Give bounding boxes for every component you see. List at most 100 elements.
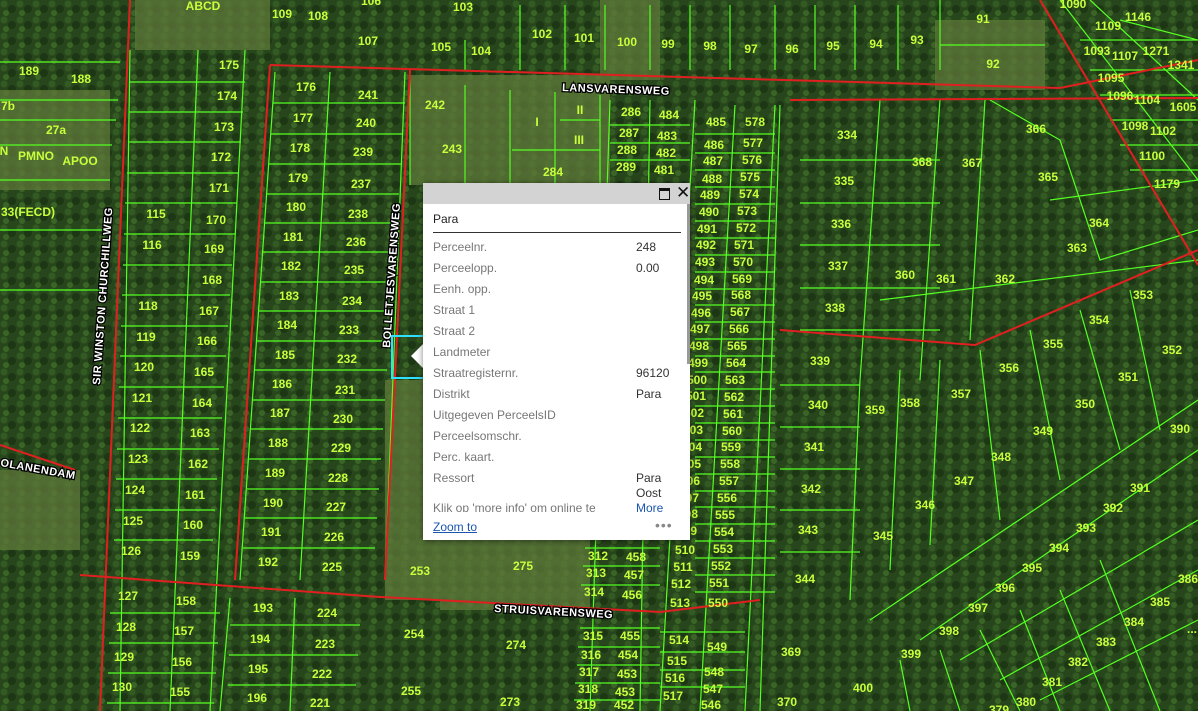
parcel-label[interactable]: 160 <box>183 518 203 532</box>
parcel-label[interactable]: 359 <box>865 403 885 417</box>
parcel-label[interactable]: III <box>574 133 584 147</box>
parcel-label[interactable]: 158 <box>176 594 196 608</box>
parcel-label[interactable]: 341 <box>804 440 824 454</box>
parcel-label[interactable]: 240 <box>356 116 376 130</box>
parcel-label[interactable]: 1341 <box>1168 58 1195 72</box>
parcel-label[interactable]: 369 <box>781 645 801 659</box>
parcel-label[interactable]: 239 <box>353 145 373 159</box>
parcel-label[interactable]: 482 <box>656 146 676 160</box>
parcel-label[interactable]: 228 <box>328 471 348 485</box>
parcel-label[interactable]: 173 <box>214 120 234 134</box>
parcel-label[interactable]: 386 <box>1178 572 1198 586</box>
parcel-label[interactable]: 224 <box>317 606 337 620</box>
parcel-label[interactable]: 340 <box>808 398 828 412</box>
parcel-label[interactable]: 345 <box>873 529 893 543</box>
parcel-label[interactable]: 555 <box>715 508 735 522</box>
parcel-label[interactable]: 319 <box>576 698 596 711</box>
parcel-label[interactable]: 187 <box>270 406 290 420</box>
parcel-label[interactable]: 383 <box>1096 635 1116 649</box>
parcel-label[interactable]: 186 <box>272 377 292 391</box>
parcel-label[interactable]: 182 <box>281 259 301 273</box>
parcel-label[interactable]: 457 <box>624 568 644 582</box>
parcel-label[interactable]: 488 <box>702 172 722 186</box>
parcel-label[interactable]: 105 <box>431 40 451 54</box>
parcel-label[interactable]: 335 <box>834 174 854 188</box>
parcel-label[interactable]: 162 <box>188 457 208 471</box>
parcel-label[interactable]: 566 <box>729 322 749 336</box>
parcel-label[interactable]: 178 <box>290 141 310 155</box>
parcel-label[interactable]: 253 <box>410 564 430 578</box>
attribute-list[interactable]: Perceelnr. 248 Perceelopp. 0.00 Eenh. opp. St… <box>433 240 681 512</box>
popup-scrollbar[interactable] <box>687 204 690 364</box>
parcel-label[interactable]: 498 <box>689 339 709 353</box>
parcel-label[interactable]: 318 <box>578 682 598 696</box>
parcel-label[interactable]: 349 <box>1033 424 1053 438</box>
parcel-label[interactable]: 343 <box>798 523 818 537</box>
parcel-label[interactable]: 102 <box>532 27 552 41</box>
parcel-label[interactable]: 284 <box>543 165 563 179</box>
parcel-label[interactable]: 562 <box>724 390 744 404</box>
parcel-label[interactable]: 397 <box>968 601 988 615</box>
parcel-label[interactable]: 175 <box>219 58 239 72</box>
parcel-label[interactable]: 517 <box>663 689 683 703</box>
parcel-label[interactable]: 95 <box>826 39 840 53</box>
parcel-label[interactable]: 159 <box>180 549 200 563</box>
parcel-label[interactable]: 483 <box>657 129 677 143</box>
parcel-label[interactable]: 243 <box>442 142 462 156</box>
parcel-label[interactable]: 347 <box>954 474 974 488</box>
parcel-label[interactable]: 1179 <box>1154 177 1180 191</box>
parcel-label[interactable]: 155 <box>170 685 190 699</box>
parcel-label[interactable]: I <box>535 115 538 129</box>
parcel-label[interactable]: 355 <box>1043 337 1063 351</box>
parcel-label[interactable]: 452 <box>614 698 634 711</box>
parcel-label[interactable]: 351 <box>1118 370 1138 384</box>
parcel-label[interactable]: 171 <box>209 181 229 195</box>
parcel-label[interactable]: 312 <box>588 549 608 563</box>
parcel-label[interactable]: 575 <box>740 170 760 184</box>
parcel-label[interactable]: 27a <box>46 123 66 137</box>
parcel-label[interactable]: 381 <box>1042 675 1062 689</box>
parcel-label[interactable]: 560 <box>722 424 742 438</box>
parcel-label[interactable]: 1090 <box>1060 0 1087 11</box>
parcel-label[interactable]: 185 <box>275 348 295 362</box>
parcel-label[interactable]: 493 <box>695 255 715 269</box>
parcel-label[interactable]: 104 <box>471 44 491 58</box>
parcel-label[interactable]: 33(FECD) <box>1 205 55 219</box>
parcel-label[interactable]: 334 <box>837 128 857 142</box>
parcel-label[interactable]: 98 <box>703 39 717 53</box>
parcel-label[interactable]: 353 <box>1133 288 1153 302</box>
parcel-label[interactable]: 357 <box>951 387 971 401</box>
parcel-label[interactable]: 399 <box>901 647 921 661</box>
parcel-label[interactable]: 194 <box>250 632 270 646</box>
parcel-label[interactable]: 286 <box>621 105 641 119</box>
parcel-label[interactable]: 238 <box>348 207 368 221</box>
parcel-label[interactable]: 317 <box>579 665 599 679</box>
parcel-label[interactable]: 196 <box>247 691 267 705</box>
parcel-label[interactable]: 108 <box>308 9 328 23</box>
parcel-label[interactable]: 1093 <box>1084 44 1111 58</box>
parcel-label[interactable]: 453 <box>615 685 635 699</box>
parcel-label[interactable]: 190 <box>263 496 283 510</box>
parcel-label[interactable]: 254 <box>404 627 424 641</box>
parcel-label[interactable]: 193 <box>253 601 273 615</box>
parcel-label[interactable]: 234 <box>342 294 362 308</box>
parcel-label[interactable]: 231 <box>335 383 355 397</box>
parcel-label[interactable]: 314 <box>584 585 604 599</box>
parcel-label[interactable]: 454 <box>618 648 638 662</box>
parcel-label[interactable]: 116 <box>142 238 162 252</box>
parcel-label[interactable]: 361 <box>936 272 956 286</box>
parcel-label[interactable]: 96 <box>785 42 799 56</box>
parcel-label[interactable]: 337 <box>828 259 848 273</box>
parcel-label[interactable]: 491 <box>697 222 717 236</box>
parcel-label[interactable]: 547 <box>703 682 723 696</box>
parcel-label[interactable]: 553 <box>713 542 733 556</box>
parcel-label[interactable]: 7b <box>1 99 15 113</box>
parcel-label[interactable]: 573 <box>737 204 757 218</box>
parcel-label[interactable]: 336 <box>831 217 851 231</box>
parcel-label[interactable]: 184 <box>277 318 297 332</box>
parcel-label[interactable]: 123 <box>128 452 148 466</box>
parcel-label[interactable]: 396 <box>995 581 1015 595</box>
parcel-label[interactable]: 346 <box>915 498 935 512</box>
parcel-label[interactable]: 365 <box>1038 170 1058 184</box>
parcel-label[interactable]: 367 <box>962 156 982 170</box>
